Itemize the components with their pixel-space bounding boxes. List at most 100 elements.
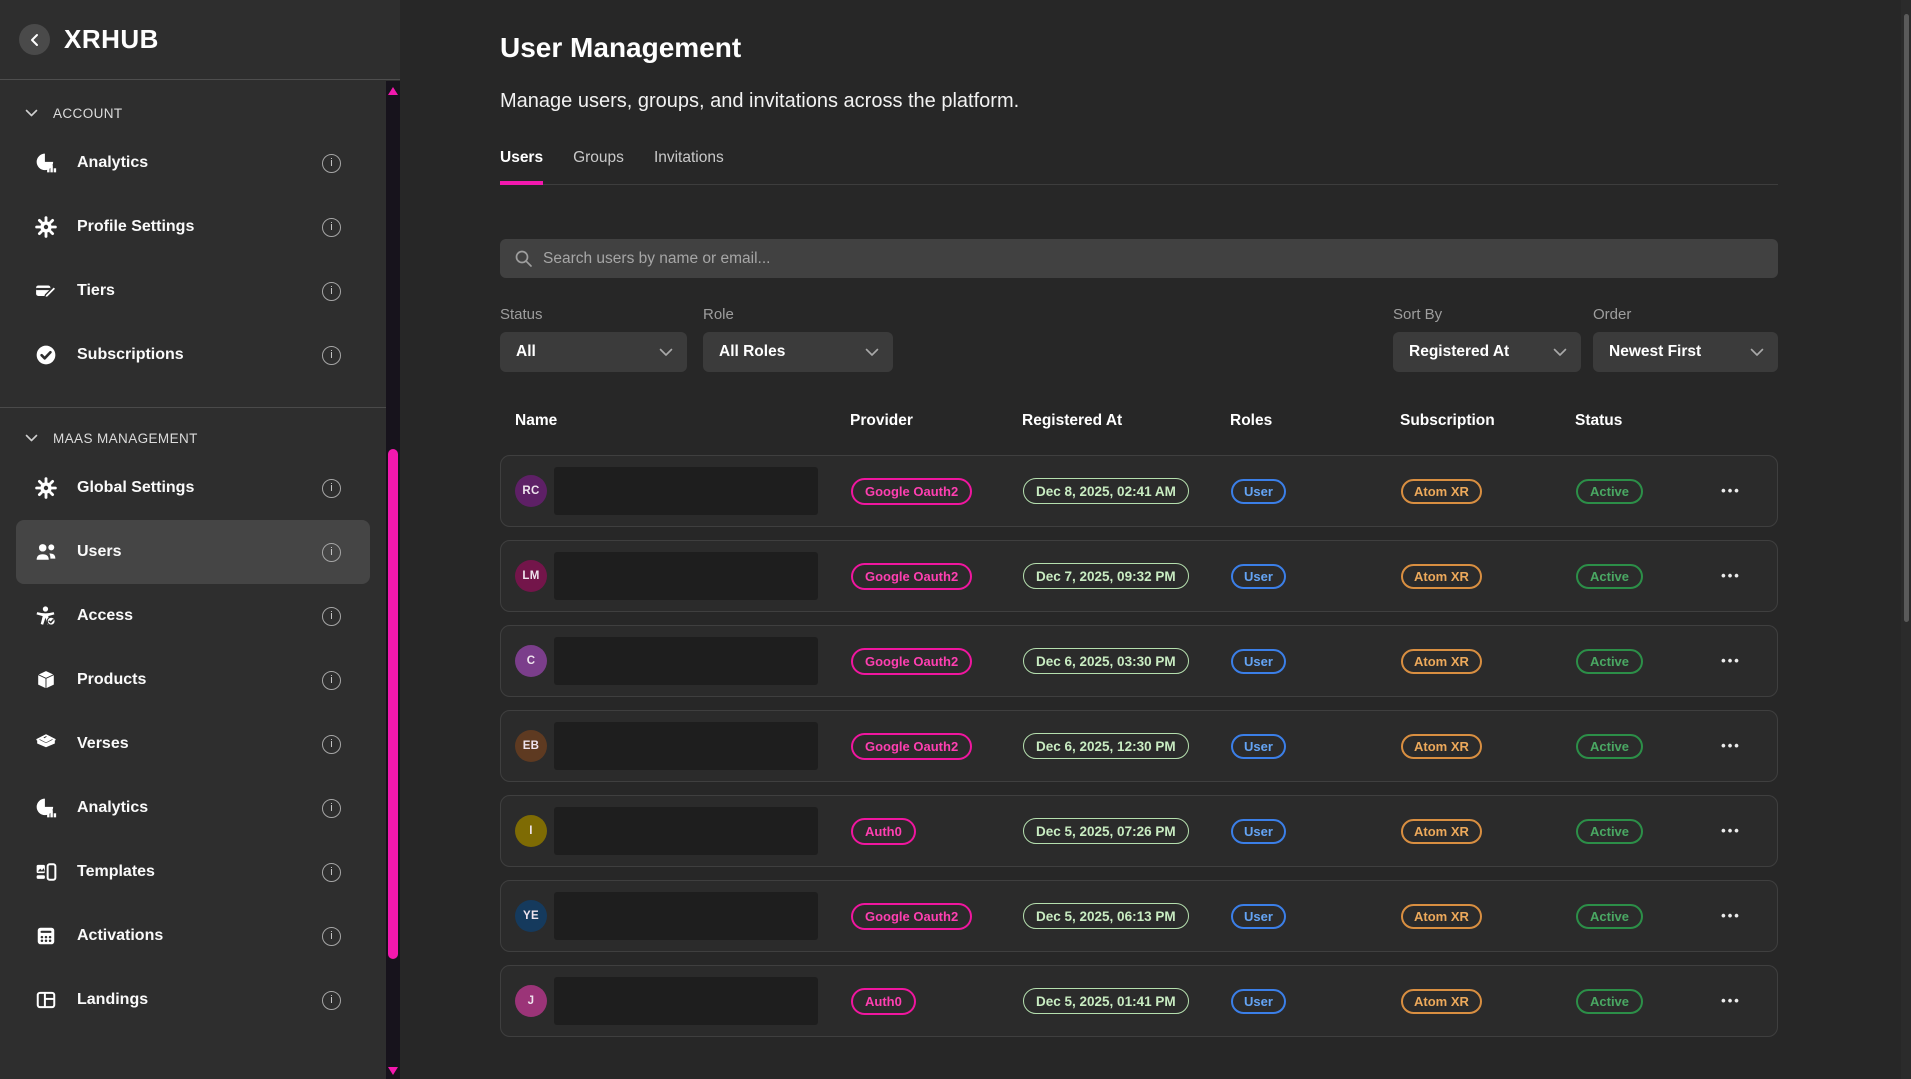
search-icon [514,249,533,268]
layout-blocks-icon [34,860,58,884]
avatar: C [515,645,547,677]
registered-at-badge: Dec 5, 2025, 06:13 PM [1023,903,1189,929]
sidebar-item-access[interactable]: Access i [16,584,370,648]
main-panel: User Management Manage users, groups, an… [400,0,1911,1079]
sidebar-item-label: Global Settings [77,479,322,497]
sidebar-item-landings[interactable]: Landings i [16,968,370,1032]
sidebar-item-users[interactable]: Users i [16,520,370,584]
info-icon[interactable]: i [322,799,341,818]
tab-groups[interactable]: Groups [573,149,624,185]
role-badge: User [1231,819,1286,844]
section-header-maas-management[interactable]: MAAS MANAGEMENT [16,420,370,456]
sidebar-item-global-settings[interactable]: Global Settings i [16,456,370,520]
info-icon[interactable]: i [322,479,341,498]
provider-badge: Google Oauth2 [851,903,972,930]
column-header-status: Status [1575,412,1710,430]
row-actions-button[interactable]: ••• [1711,908,1751,923]
info-icon[interactable]: i [322,346,341,365]
role-filter-select[interactable]: All Roles [703,332,893,372]
table-row: I Auth0 Dec 5, 2025, 07:26 PM User Atom … [500,795,1778,867]
row-actions-button[interactable]: ••• [1711,653,1751,668]
status-badge: Active [1576,479,1643,504]
registered-at-badge: Dec 5, 2025, 01:41 PM [1023,988,1189,1014]
scrollbar-thumb[interactable] [388,449,398,959]
info-icon[interactable]: i [322,927,341,946]
sidebar-item-label: Templates [77,863,322,881]
row-actions-button[interactable]: ••• [1711,568,1751,583]
avatar: J [515,985,547,1017]
sidebar-item-profile-settings[interactable]: Profile Settings i [16,195,370,259]
page-scrollbar[interactable] [1901,0,1911,1079]
tab-invitations[interactable]: Invitations [654,149,724,185]
info-icon[interactable]: i [322,607,341,626]
page-scrollbar-thumb[interactable] [1904,14,1909,622]
row-actions-button[interactable]: ••• [1711,483,1751,498]
table-row: YE Google Oauth2 Dec 5, 2025, 06:13 PM U… [500,880,1778,952]
search-input[interactable] [543,250,1764,268]
tab-users[interactable]: Users [500,149,543,185]
people-icon [34,540,58,564]
status-badge: Active [1576,904,1643,929]
status-filter-select[interactable]: All [500,332,687,372]
section-header-account[interactable]: ACCOUNT [16,95,370,131]
filter-bar: Status All Role All Roles Sort By [500,306,1778,372]
info-icon[interactable]: i [322,543,341,562]
sidebar-item-analytics-2[interactable]: Analytics i [16,776,370,840]
tab-bar: Users Groups Invitations [500,149,1778,185]
chevron-down-icon [25,109,38,118]
section-label: ACCOUNT [53,106,123,121]
sidebar-item-label: Analytics [77,154,322,172]
sort-by-select[interactable]: Registered At [1393,332,1581,372]
table-row: EB Google Oauth2 Dec 6, 2025, 12:30 PM U… [500,710,1778,782]
sidebar-scrollbar[interactable] [386,81,400,1079]
status-badge: Active [1576,819,1643,844]
registered-at-badge: Dec 6, 2025, 12:30 PM [1023,733,1189,759]
sidebar-item-label: Profile Settings [77,218,322,236]
gear-icon [34,476,58,500]
sidebar-item-templates[interactable]: Templates i [16,840,370,904]
sidebar: XRHUB ACCOUNT Analytics i Profile Settin… [0,0,400,1079]
keypad-icon [34,924,58,948]
avatar: EB [515,730,547,762]
row-actions-button[interactable]: ••• [1711,993,1751,1008]
chevron-left-icon [29,33,41,47]
scrollbar-up-arrow[interactable] [388,87,398,95]
row-actions-button[interactable]: ••• [1711,738,1751,753]
landscape-cube-icon [34,732,58,756]
provider-badge: Auth0 [851,988,916,1015]
sidebar-item-analytics[interactable]: Analytics i [16,131,370,195]
sidebar-item-tiers[interactable]: Tiers i [16,259,370,323]
scrollbar-down-arrow[interactable] [388,1067,398,1075]
section-label: MAAS MANAGEMENT [53,431,198,446]
pie-chart-icon [34,151,58,175]
row-actions-button[interactable]: ••• [1711,823,1751,838]
sidebar-item-products[interactable]: Products i [16,648,370,712]
check-circle-icon [34,343,58,367]
info-icon[interactable]: i [322,991,341,1010]
chevron-down-icon [659,348,673,357]
status-badge: Active [1576,564,1643,589]
sidebar-item-label: Landings [77,991,322,1009]
sidebar-item-label: Subscriptions [77,346,322,364]
role-badge: User [1231,479,1286,504]
sidebar-item-subscriptions[interactable]: Subscriptions i [16,323,370,387]
sidebar-item-activations[interactable]: Activations i [16,904,370,968]
search-bar[interactable] [500,239,1778,278]
card-edit-icon [34,279,58,303]
sidebar-collapse-button[interactable] [19,24,50,55]
info-icon[interactable]: i [322,671,341,690]
redacted-name [554,552,818,600]
info-icon[interactable]: i [322,282,341,301]
order-select[interactable]: Newest First [1593,332,1778,372]
role-badge: User [1231,564,1286,589]
info-icon[interactable]: i [322,735,341,754]
info-icon[interactable]: i [322,218,341,237]
registered-at-badge: Dec 7, 2025, 09:32 PM [1023,563,1189,589]
provider-badge: Google Oauth2 [851,563,972,590]
sidebar-item-verses[interactable]: Verses i [16,712,370,776]
table-row: C Google Oauth2 Dec 6, 2025, 03:30 PM Us… [500,625,1778,697]
info-icon[interactable]: i [322,863,341,882]
provider-badge: Google Oauth2 [851,478,972,505]
info-icon[interactable]: i [322,154,341,173]
redacted-name [554,807,818,855]
